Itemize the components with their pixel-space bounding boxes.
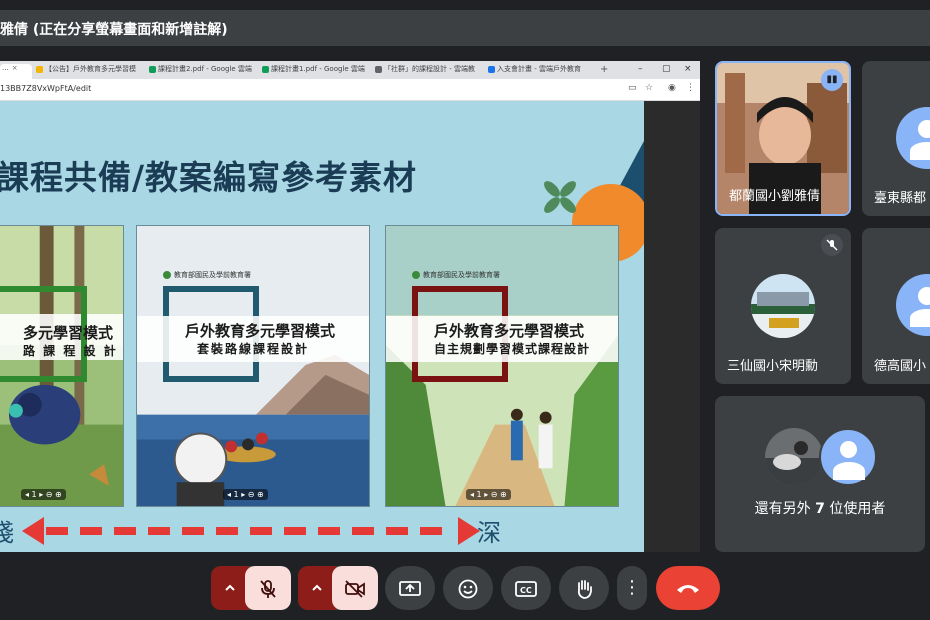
url-text[interactable]: 13BB7Z8VxWpFtA/edit [0,84,91,93]
tab-label: 課程計畫1.pdf - Google 雲端 [271,65,365,73]
person-icon-body [833,462,865,480]
participant-name: 都蘭國小劉雅倩 [729,189,821,204]
card-title: 戶外教育多元學習模式 [434,322,585,340]
resource-card[interactable]: 教育部國民及學前教育署 戶外教育多元學習模式 套裝路線課程設計 ◂ 1 ▸ ⊖ … [136,225,370,507]
end-call-icon [677,585,699,593]
tab-label: 入支會計畫 - 雲端戶外教育 [497,65,581,73]
browser-tab-bar: ... × 【公告】戶外教育多元學習模 課程計畫2.pdf - Google 雲端… [0,61,700,79]
profile-icon[interactable]: ◉ [668,83,676,93]
tab-label: 【公告】戶外教育多元學習模 [45,65,136,73]
mic-off-icon [260,579,276,598]
mic-options-chevron-icon[interactable] [211,566,249,610]
slide-heading: 課程共備/教案編寫參考素材 [0,158,418,197]
avatar [896,107,930,169]
camera-control[interactable] [298,566,378,610]
ministry-logo: 教育部國民及學前教育署 [163,270,251,280]
pdf-controls[interactable]: ◂ 1 ▸ ⊖ ⊕ [223,489,268,500]
browser-tab[interactable]: 課程計畫1.pdf - Google 雲端 [260,64,372,79]
reactions-button[interactable] [443,566,493,610]
mic-control[interactable] [211,566,291,610]
star-icon[interactable]: ☆ [645,83,653,93]
camera-off-icon [345,579,365,598]
mic-toggle-button[interactable] [245,566,291,610]
avatar [896,274,930,336]
person-icon-body [910,142,930,160]
presenter-title: 雅倩 (正在分享螢幕畫面和新增註解) [0,22,228,38]
raise-hand-button[interactable] [559,566,609,610]
arrow-label-shallow: 淺 [0,519,14,547]
ministry-emblem-icon [412,271,420,279]
more-icon: ⋮ [623,577,641,598]
person-icon-body [910,309,930,327]
svg-text:CC: CC [520,586,532,595]
captions-icon: CC [515,580,537,597]
globe-icon [488,65,495,73]
others-tile[interactable]: 還有另外 7 位使用者 [715,396,925,552]
person-icon [840,441,857,458]
participant-name: 臺東縣都 [874,191,927,206]
cast-icon[interactable]: ▭ [628,83,637,93]
close-window-icon[interactable]: × [684,64,692,74]
speaking-indicator-icon: ▮▮ [821,69,843,91]
page-icon [375,65,382,73]
participant-name: 三仙國小宋明勳 [727,359,819,374]
ministry-logo: 教育部國民及學前教育署 [412,270,500,280]
presentation-slide: 課程共備/教案編寫參考素材 多元學習模式 路 課 程 設 計 ◂ 1 ▸ ⊖ ⊕ [0,101,644,552]
leaf-decor-icon [544,181,576,213]
menu-icon[interactable]: ⋮ [686,83,695,93]
card-title: 戶外教育多元學習模式 [185,322,336,340]
resource-card[interactable]: 教育部國民及學前教育署 戶外教育多元學習模式 自主規劃學習模式課程設計 ◂ 1 … [385,225,619,507]
raise-hand-icon [577,579,592,599]
camera-options-chevron-icon[interactable] [298,566,336,610]
browser-tab[interactable]: 課程計畫2.pdf - Google 雲端 [147,64,259,79]
card-title: 多元學習模式 [23,324,114,342]
card-subtitle: 套裝路線課程設計 [197,342,310,356]
more-options-button[interactable]: ⋮ [617,566,647,610]
ministry-emblem-icon [163,271,171,279]
meeting-controls: CC ⋮ [0,560,930,616]
tab-label: 課程計畫2.pdf - Google 雲端 [158,65,252,73]
drive-icon [262,65,269,73]
camera-toggle-button[interactable] [332,566,378,610]
mic-off-icon [821,234,843,256]
tab-label: ... [2,64,9,72]
drive-icon [149,65,156,73]
person-icon [918,120,930,138]
pdf-controls[interactable]: ◂ 1 ▸ ⊖ ⊕ [466,489,511,500]
participant-tile[interactable]: 臺東縣都 [862,61,930,216]
doc-icon [36,65,43,73]
avatar [751,274,815,338]
tab-label: 「社群」的課程設計 - 雲端教 [384,65,475,73]
participant-tile[interactable]: ▮▮ 都蘭國小劉雅倩 [715,61,851,216]
person-icon [918,287,930,305]
leave-call-button[interactable] [656,566,720,610]
presentation-banner: 雅倩 (正在分享螢幕畫面和新增註解) [0,10,930,46]
new-tab-button[interactable]: + [600,64,608,75]
shared-screen: ... × 【公告】戶外教育多元學習模 課程計畫2.pdf - Google 雲端… [0,61,700,552]
card-subtitle: 路 課 程 設 計 [23,344,118,358]
pdf-controls[interactable]: ◂ 1 ▸ ⊖ ⊕ [21,489,66,500]
participant-tile[interactable]: 德高國小 [862,228,930,384]
others-count-label: 還有另外 7 位使用者 [754,501,886,517]
browser-tab[interactable]: 入支會計畫 - 雲端戶外教育 [486,64,598,79]
resource-card[interactable]: 多元學習模式 路 課 程 設 計 ◂ 1 ▸ ⊖ ⊕ [0,225,124,507]
avatar [819,428,877,486]
depth-arrow [22,517,480,545]
browser-tab[interactable]: 「社群」的課程設計 - 雲端教 [373,64,485,79]
present-icon [399,580,421,596]
present-button[interactable] [385,566,435,610]
card-subtitle: 自主規劃學習模式課程設計 [434,342,591,356]
participant-name: 德高國小 [874,359,927,374]
participant-tile[interactable]: 三仙國小宋明勳 [715,228,851,384]
tab-close-icon[interactable]: × [12,64,18,72]
maximize-icon[interactable]: ▢ [662,64,671,74]
arrow-label-deep: 深 [477,519,501,547]
browser-tab[interactable]: ... × [0,64,32,79]
minimize-icon[interactable]: – [638,64,643,74]
avatar [765,428,823,486]
browser-tab[interactable]: 【公告】戶外教育多元學習模 [34,64,146,79]
captions-button[interactable]: CC [501,566,551,610]
address-bar[interactable]: 13BB7Z8VxWpFtA/edit ▭ ☆ ◉ ⋮ [0,79,700,101]
emoji-icon [458,579,478,598]
